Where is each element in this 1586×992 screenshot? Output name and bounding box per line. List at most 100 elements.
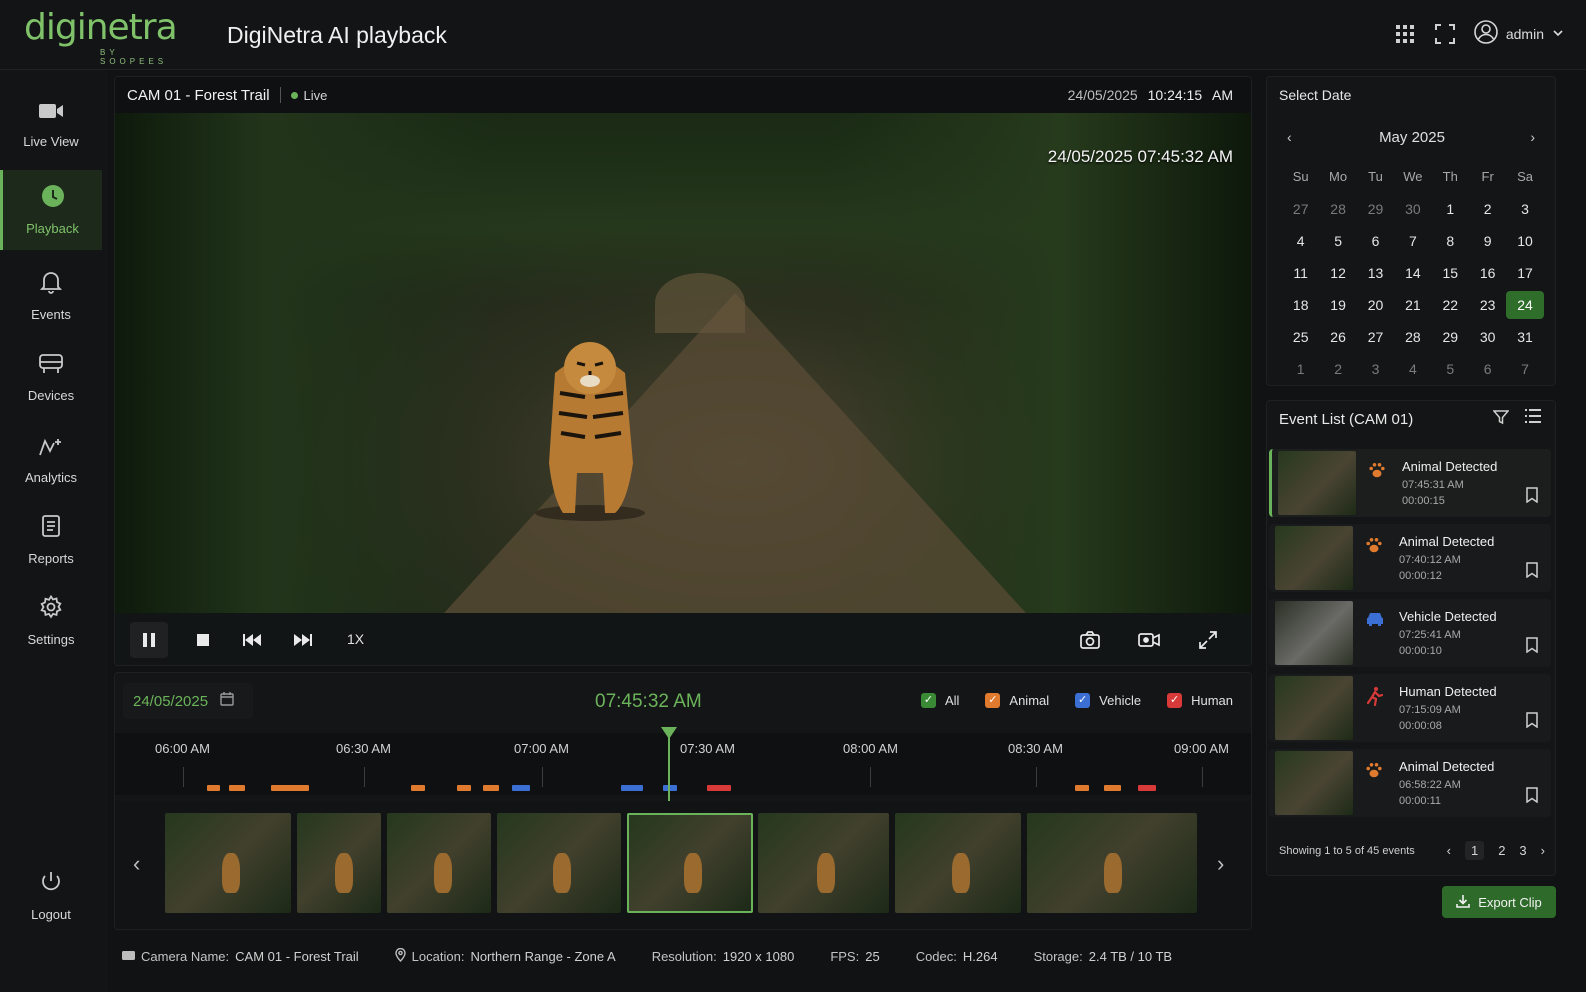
event-thumbnail[interactable]	[1275, 676, 1353, 740]
event-list-item[interactable]: Animal Detected 07:45:31 AM 00:00:15	[1269, 449, 1551, 517]
calendar-day[interactable]: 27	[1357, 323, 1394, 351]
event-list-item[interactable]: Animal Detected 06:58:22 AM 00:00:11	[1269, 749, 1551, 817]
calendar-day[interactable]: 5	[1319, 227, 1356, 255]
calendar-day[interactable]: 21	[1394, 291, 1431, 319]
calendar-day[interactable]: 16	[1469, 259, 1506, 287]
sidebar-item-settings[interactable]: Settings	[0, 581, 102, 661]
calendar-day[interactable]: 23	[1469, 291, 1506, 319]
timeline-event-human[interactable]	[1138, 785, 1156, 791]
checkbox-checked-icon[interactable]: ✓	[920, 693, 936, 708]
timeline-event-animal[interactable]	[483, 785, 499, 791]
calendar-day[interactable]: 26	[1319, 323, 1356, 351]
bookmark-icon[interactable]	[1525, 487, 1539, 508]
event-list-item[interactable]: Human Detected 07:15:09 AM 00:00:08	[1269, 674, 1551, 742]
export-clip-button[interactable]: Export Clip	[1442, 886, 1556, 918]
calendar-day[interactable]: 25	[1282, 323, 1319, 351]
bookmark-icon[interactable]	[1525, 562, 1539, 583]
timeline-event-animal[interactable]	[1104, 785, 1121, 791]
calendar-day[interactable]: 27	[1282, 195, 1319, 223]
calendar-day[interactable]: 20	[1357, 291, 1394, 319]
calendar-day[interactable]: 6	[1469, 355, 1506, 383]
frame-thumbnail[interactable]	[165, 813, 291, 913]
timeline-event-animal[interactable]	[207, 785, 220, 791]
timeline-ruler[interactable]: 06:00 AM 06:30 AM 07:00 AM 07:30 AM 08:0…	[115, 733, 1251, 795]
calendar-day[interactable]: 13	[1357, 259, 1394, 287]
apps-grid-icon[interactable]	[1394, 23, 1416, 45]
sidebar-item-events[interactable]: Events	[0, 256, 102, 336]
frame-thumbnail[interactable]	[297, 813, 381, 913]
bookmark-icon[interactable]	[1525, 787, 1539, 808]
sidebar-item-devices[interactable]: Devices	[0, 338, 102, 418]
page-3[interactable]: 3	[1519, 843, 1526, 858]
sidebar-item-live-view[interactable]: Live View	[0, 85, 102, 165]
logout-button[interactable]: Logout	[0, 856, 102, 936]
timeline-event-animal[interactable]	[1075, 785, 1089, 791]
calendar-day[interactable]: 4	[1282, 227, 1319, 255]
page-2[interactable]: 2	[1498, 843, 1505, 858]
video-frame[interactable]: 24/05/2025 07:45:32 AM	[115, 113, 1251, 613]
filter-vehicle[interactable]: ✓ Vehicle	[1075, 693, 1141, 708]
calendar-day[interactable]: 7	[1394, 227, 1431, 255]
frame-thumbnail[interactable]	[387, 813, 491, 913]
calendar-day[interactable]: 1	[1432, 195, 1469, 223]
stop-button[interactable]	[184, 622, 222, 658]
filter-human[interactable]: ✓ Human	[1167, 693, 1233, 708]
playhead-marker-icon[interactable]	[661, 727, 677, 739]
calendar-day[interactable]: 9	[1469, 227, 1506, 255]
calendar-day[interactable]: 30	[1469, 323, 1506, 351]
calendar-day[interactable]: 10	[1506, 227, 1543, 255]
event-thumbnail[interactable]	[1275, 526, 1353, 590]
chevron-left-icon[interactable]: ‹	[1447, 843, 1451, 858]
calendar-day[interactable]: 11	[1282, 259, 1319, 287]
calendar-day[interactable]: 14	[1394, 259, 1431, 287]
calendar-day[interactable]: 2	[1319, 355, 1356, 383]
chevron-right-icon[interactable]: ›	[1530, 129, 1535, 145]
record-clip-button[interactable]	[1130, 622, 1168, 658]
timeline-date-picker[interactable]: 24/05/2025	[123, 683, 253, 719]
event-thumbnail[interactable]	[1275, 751, 1353, 815]
calendar-day[interactable]: 17	[1506, 259, 1543, 287]
next-button[interactable]	[284, 622, 322, 658]
timeline-event-human[interactable]	[707, 785, 731, 791]
bookmark-icon[interactable]	[1525, 712, 1539, 733]
calendar-day[interactable]: 3	[1506, 195, 1543, 223]
snapshot-button[interactable]	[1071, 622, 1109, 658]
frame-thumbnail[interactable]	[1027, 813, 1197, 913]
calendar-day[interactable]: 1	[1282, 355, 1319, 383]
live-indicator[interactable]: Live	[290, 88, 327, 103]
timeline-event-animal[interactable]	[229, 785, 245, 791]
calendar-day[interactable]: 29	[1357, 195, 1394, 223]
sidebar-item-reports[interactable]: Reports	[0, 500, 102, 580]
timeline-event-vehicle[interactable]	[621, 785, 643, 791]
frame-thumbnail-selected[interactable]	[627, 813, 753, 913]
filter-all[interactable]: ✓ All	[920, 693, 959, 708]
timeline-event-vehicle[interactable]	[512, 785, 530, 791]
event-thumbnail[interactable]	[1278, 451, 1356, 515]
timeline-event-animal[interactable]	[457, 785, 471, 791]
calendar-day[interactable]: 28	[1319, 195, 1356, 223]
calendar-day[interactable]: 2	[1469, 195, 1506, 223]
frame-thumbnail[interactable]	[895, 813, 1021, 913]
playback-speed[interactable]: 1X	[347, 631, 364, 647]
timeline-event-vehicle[interactable]	[663, 785, 677, 791]
sidebar-item-playback[interactable]: Playback	[0, 170, 102, 250]
timeline-event-animal[interactable]	[411, 785, 425, 791]
calendar-day[interactable]: 15	[1432, 259, 1469, 287]
pause-button[interactable]	[130, 622, 168, 658]
previous-button[interactable]	[233, 622, 271, 658]
timeline-event-animal[interactable]	[271, 785, 309, 791]
calendar-day[interactable]: 28	[1394, 323, 1431, 351]
calendar-day[interactable]: 3	[1357, 355, 1394, 383]
calendar-day[interactable]: 7	[1506, 355, 1543, 383]
bookmark-icon[interactable]	[1525, 637, 1539, 658]
user-menu[interactable]: admin	[1474, 20, 1564, 47]
calendar-day[interactable]: 31	[1506, 323, 1543, 351]
chevron-right-icon[interactable]: ›	[1217, 851, 1224, 877]
player-fullscreen-button[interactable]	[1189, 622, 1227, 658]
calendar-day[interactable]: 5	[1432, 355, 1469, 383]
frame-thumbnail[interactable]	[758, 813, 889, 913]
event-list-item[interactable]: Animal Detected 07:40:12 AM 00:00:12	[1269, 524, 1551, 592]
checkbox-checked-icon[interactable]: ✓	[985, 693, 1001, 708]
calendar-day[interactable]: 6	[1357, 227, 1394, 255]
calendar-day[interactable]: 8	[1432, 227, 1469, 255]
